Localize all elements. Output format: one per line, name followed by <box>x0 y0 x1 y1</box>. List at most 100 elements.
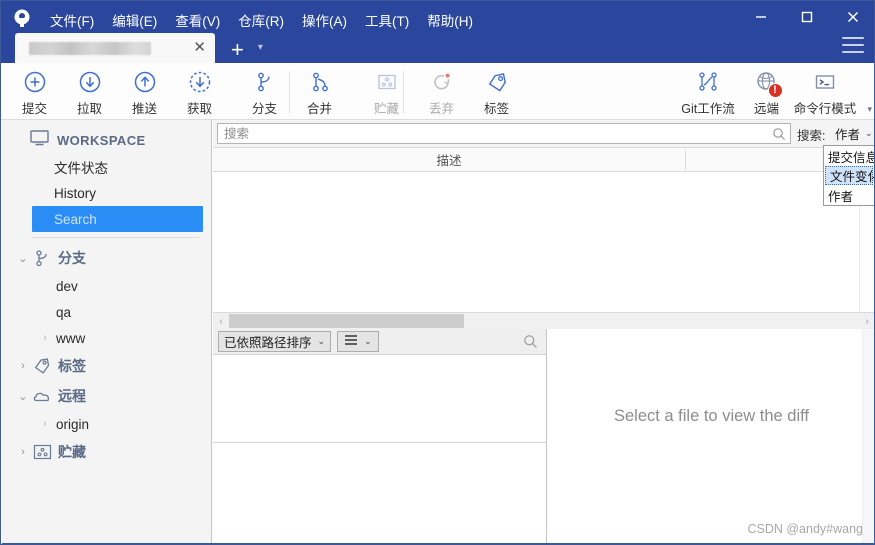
push-up-arrow-circle-icon <box>133 69 157 95</box>
sidebar-group-tags[interactable]: › 标签 <box>2 351 211 381</box>
chevron-down-icon[interactable]: ⌄ <box>16 390 30 403</box>
menu-view[interactable]: 查看(V) <box>166 6 229 34</box>
file-list-panel: 已依照路径排序 ⌄ ⌄ <box>213 329 547 544</box>
sidebar-remote-origin[interactable]: › origin <box>2 411 211 437</box>
menu-repository[interactable]: 仓库(R) <box>229 6 293 34</box>
tab-list-caret-icon[interactable]: ▾ <box>258 33 263 63</box>
column-divider-1[interactable] <box>685 150 686 170</box>
pull-down-arrow-circle-icon <box>78 69 102 95</box>
sidebar-group-remotes-label: 远程 <box>58 388 86 404</box>
toolbar-overflow-caret-icon[interactable]: ▾ <box>867 104 872 115</box>
search-icon <box>768 127 790 141</box>
push-button[interactable]: 推送 <box>117 63 172 120</box>
search-scope-value: 作者 <box>835 128 861 142</box>
chevron-down-icon[interactable]: ⌄ <box>364 336 372 347</box>
chevron-down-icon[interactable]: ⌄ <box>16 252 30 265</box>
remote-button[interactable]: ! 远端 <box>739 63 794 120</box>
tab-close-icon[interactable]: ✕ <box>193 39 206 56</box>
sidebar-group-branches[interactable]: ⌄ 分支 <box>2 243 211 273</box>
menu-actions[interactable]: 操作(A) <box>293 6 356 34</box>
column-description[interactable]: 描述 <box>213 148 685 171</box>
menu-edit[interactable]: 编辑(E) <box>103 6 166 34</box>
terminal-icon <box>813 69 837 95</box>
discard-button-label: 丢弃 <box>428 102 454 116</box>
sidebar-branch-dev[interactable]: dev <box>2 273 211 299</box>
window-controls <box>738 1 874 33</box>
terminal-button[interactable]: 命令行模式 <box>794 63 856 120</box>
stash-button[interactable]: 贮藏 <box>359 63 414 120</box>
file-list-search-icon[interactable] <box>523 334 538 354</box>
chevron-down-icon[interactable]: ⌄ <box>865 128 873 139</box>
sidebar-item-history-label: History <box>54 185 97 201</box>
search-scope-label: 搜索: <box>797 129 826 143</box>
hamburger-menu-icon[interactable] <box>842 37 864 53</box>
stash-button-label: 贮藏 <box>373 102 399 116</box>
sort-by-path-combo[interactable]: 已依照路径排序 ⌄ <box>218 331 332 352</box>
commit-button-label: 提交 <box>21 102 47 116</box>
new-tab-button[interactable]: + <box>225 37 250 63</box>
pull-button[interactable]: 拉取 <box>62 63 117 120</box>
chevron-down-icon[interactable]: ⌄ <box>318 336 326 347</box>
repository-tab[interactable]: ✕ <box>15 33 215 63</box>
sidebar-item-search[interactable]: Search <box>32 206 203 232</box>
branch-button-label: 分支 <box>251 102 277 116</box>
cloud-icon <box>30 389 54 403</box>
sourcetree-logo-icon <box>9 7 35 33</box>
scroll-right-arrow-icon[interactable]: › <box>859 314 874 328</box>
fetch-dashed-circle-icon <box>188 69 212 95</box>
diff-empty-message: Select a file to view the diff <box>613 407 810 425</box>
menu-help[interactable]: 帮助(H) <box>418 6 482 34</box>
tag-button[interactable]: 标签 <box>469 63 524 120</box>
minimize-button[interactable] <box>738 1 784 33</box>
search-scope-dropdown[interactable]: 提交信息 文件变化 作者 <box>823 145 874 206</box>
main-content: 搜索: 作者 ⌄ 提交信息 文件变化 作者 描述 ⌄ ‹ <box>213 120 874 544</box>
dropdown-option-file-changes[interactable]: 文件变化 <box>825 166 874 185</box>
scroll-left-arrow-icon[interactable]: ‹ <box>213 314 229 328</box>
discard-button[interactable]: 丢弃 <box>414 63 469 120</box>
chevron-right-icon[interactable]: › <box>16 446 30 458</box>
sidebar-group-stashes[interactable]: › 贮藏 <box>2 437 211 467</box>
watermark-text: CSDN @andy#wang <box>747 522 863 536</box>
staged-files-list[interactable] <box>213 355 546 443</box>
chevron-right-icon[interactable]: › <box>16 360 30 372</box>
dropdown-option-author[interactable]: 作者 <box>824 185 874 205</box>
unstaged-files-list[interactable] <box>213 443 546 542</box>
commit-table: 描述 ⌄ <box>213 147 874 326</box>
sidebar-group-remotes[interactable]: ⌄ 远程 <box>2 381 211 411</box>
tag-icon <box>30 357 54 375</box>
remote-globe-icon: ! <box>755 69 783 98</box>
monitor-icon <box>30 129 49 151</box>
search-bar-row: 搜索: 作者 ⌄ <box>213 120 874 147</box>
menu-tools[interactable]: 工具(T) <box>356 6 418 34</box>
gitflow-button[interactable]: Git工作流 <box>677 63 739 120</box>
sidebar-group-branches-label: 分支 <box>58 250 86 266</box>
close-button[interactable] <box>830 1 874 33</box>
chevron-right-icon[interactable]: › <box>38 332 52 344</box>
view-mode-combo[interactable]: ⌄ <box>337 331 379 352</box>
menu-file[interactable]: 文件(F) <box>41 6 103 34</box>
sidebar-workspace-label: WORKSPACE <box>57 132 146 148</box>
search-input[interactable] <box>218 126 768 141</box>
commit-table-body[interactable] <box>213 172 874 305</box>
commit-button[interactable]: 提交 <box>7 63 62 120</box>
search-scope-combo[interactable]: 作者 ⌄ <box>833 122 873 145</box>
remote-alert-badge: ! <box>767 83 783 98</box>
merge-button[interactable]: 合并 <box>292 63 347 120</box>
sidebar-item-history[interactable]: History <box>2 180 211 206</box>
commit-table-horizontal-scrollbar[interactable]: ‹ › <box>213 312 874 329</box>
search-input-wrapper[interactable] <box>217 123 791 144</box>
sidebar-branch-www[interactable]: › www <box>2 325 211 351</box>
maximize-button[interactable] <box>784 1 830 33</box>
horizontal-scroll-thumb[interactable] <box>229 314 464 328</box>
branch-button[interactable]: 分支 <box>237 63 292 120</box>
diff-vertical-scrollbar[interactable] <box>862 329 874 544</box>
sidebar-item-file-status[interactable]: 文件状态 <box>2 154 211 180</box>
sidebar-branch-qa[interactable]: qa <box>2 299 211 325</box>
sidebar-branch-www-label: www <box>56 330 86 346</box>
toolbar-separator-1 <box>289 71 290 113</box>
title-bar: 文件(F) 编辑(E) 查看(V) 仓库(R) 操作(A) 工具(T) 帮助(H… <box>1 1 874 63</box>
fetch-button[interactable]: 获取 <box>172 63 227 120</box>
tab-title-redacted <box>29 42 151 55</box>
dropdown-option-commit-message[interactable]: 提交信息 <box>824 146 874 166</box>
chevron-right-icon[interactable]: › <box>38 418 52 430</box>
